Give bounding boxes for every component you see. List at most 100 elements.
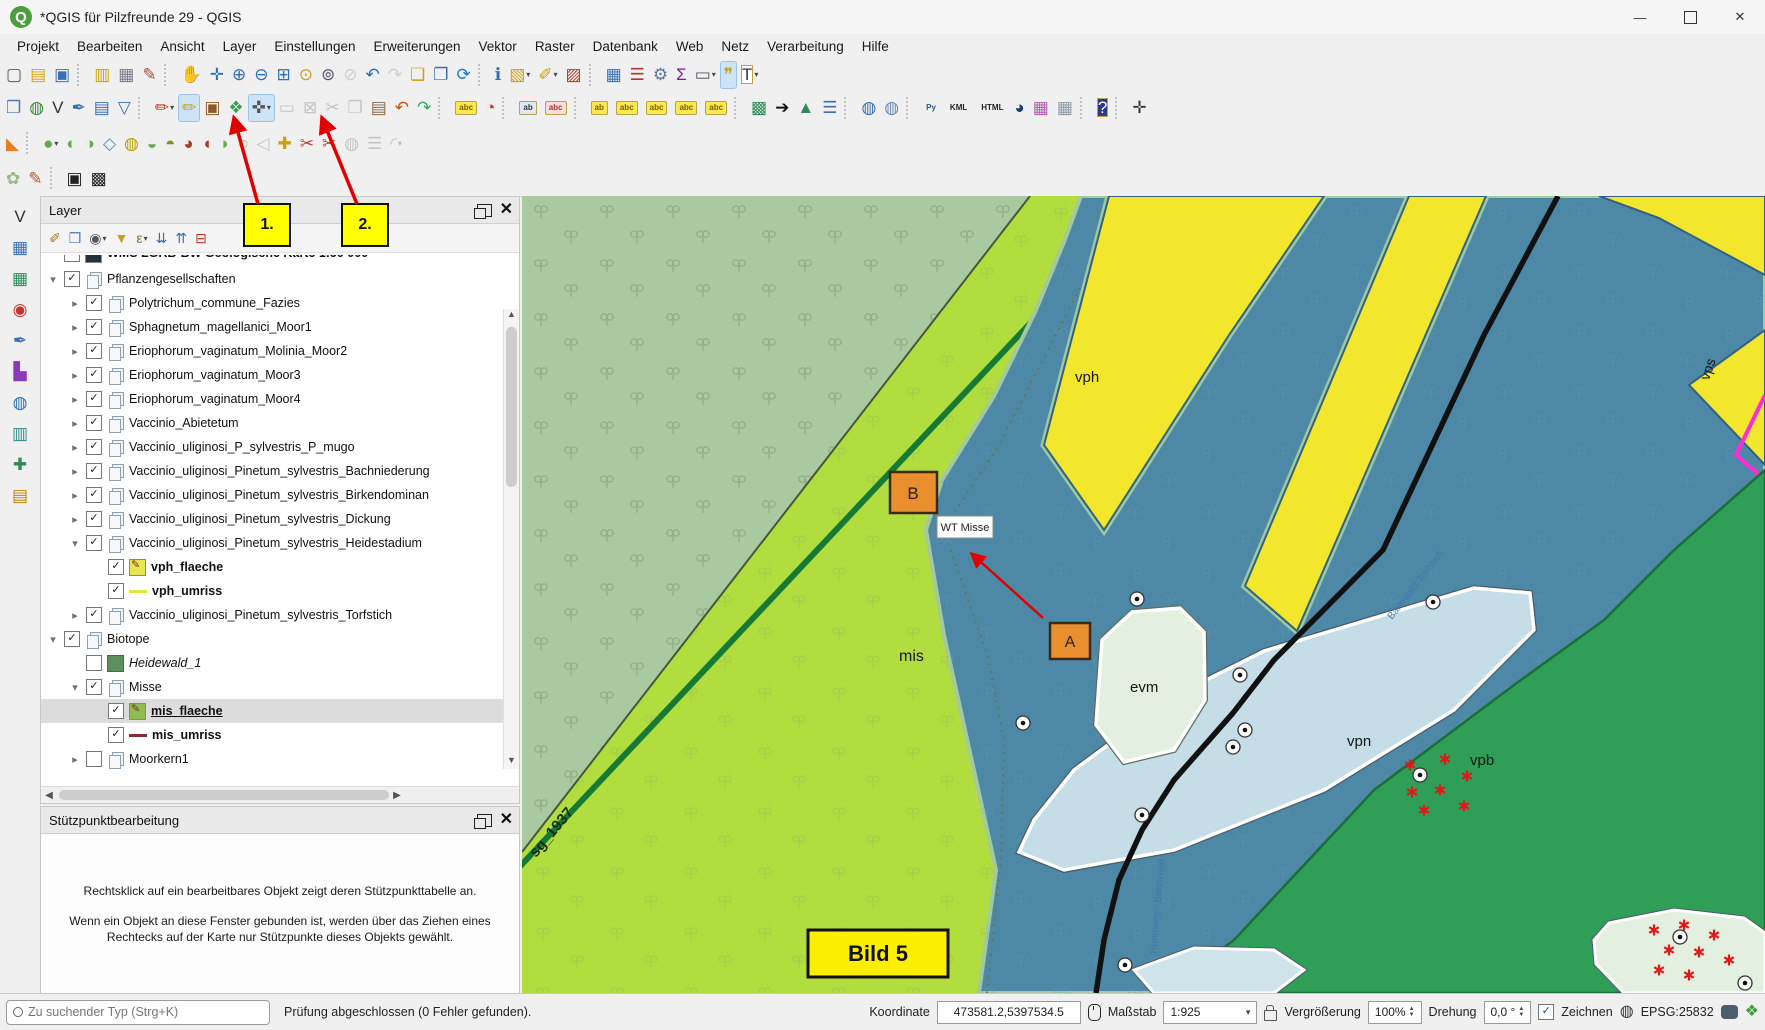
messages-icon[interactable] — [1721, 1005, 1738, 1019]
layer-visibility-checkbox[interactable]: ✓ — [86, 487, 102, 503]
layers-vertical-scrollbar[interactable]: ▲ ▼ — [503, 309, 519, 769]
scale-lock-icon[interactable] — [1264, 1010, 1277, 1021]
copy-move-feature-button[interactable]: ◐ — [62, 129, 80, 157]
manage-map-themes-dropdown-icon[interactable]: ▾ — [103, 234, 107, 243]
layer-row-vaccinio-uliginosi-pinetum-sylvestris-heidestadium[interactable]: ▾✓Vaccinio_uliginosi_Pinetum_sylvestris_… — [41, 531, 519, 555]
open-data-source-manager-button[interactable]: ❒ — [2, 94, 25, 122]
layer-visibility-checkbox[interactable]: ✓ — [64, 271, 80, 287]
menu-item-bearbeiten[interactable]: Bearbeiten — [68, 36, 151, 57]
save-project-button[interactable]: ▣ — [50, 61, 74, 89]
layer-visibility-checkbox[interactable]: ✓ — [64, 631, 80, 647]
rotate-point-symbols-button[interactable]: ◜▾ — [386, 129, 406, 157]
merge-features-button[interactable]: ◍ — [340, 129, 363, 157]
move-feature-button[interactable]: ●▾ — [39, 129, 62, 157]
add-part-button[interactable]: ◒ — [143, 129, 161, 157]
scroll-down-icon[interactable]: ▼ — [504, 755, 519, 769]
add-vector-layer-button[interactable]: V — [48, 94, 67, 122]
rotate-point-symbols-dropdown-icon[interactable]: ▾ — [398, 139, 402, 148]
menu-item-hilfe[interactable]: Hilfe — [853, 36, 898, 57]
layer-row-vaccinio-uliginosi-pinetum-sylvestris-dickung[interactable]: ▸✓Vaccinio_uliginosi_Pinetum_sylvestris_… — [41, 507, 519, 531]
v-digitize-tool-button[interactable]: V — [10, 202, 29, 230]
spinner-arrows-icon[interactable]: ▲▼ — [1409, 1006, 1415, 1018]
render-checkbox[interactable]: ✓ — [1538, 1004, 1554, 1020]
menu-item-verarbeitung[interactable]: Verarbeitung — [758, 36, 853, 57]
zoom-to-selection-button[interactable]: ⊙ — [295, 61, 317, 89]
grid-plugin-button[interactable]: ▦ — [1053, 94, 1077, 122]
open-layer-styling-button[interactable]: ✐ — [45, 224, 65, 252]
help-button[interactable]: ? — [1093, 94, 1112, 122]
layer-row-heidewald-1[interactable]: Heidewald_1 — [41, 651, 519, 675]
current-edits-button[interactable]: ✏▾ — [151, 94, 178, 122]
expand-open-icon[interactable]: ▾ — [47, 633, 59, 646]
freehand-georeferencer-button[interactable]: ✿ — [2, 164, 24, 192]
layer-visibility-checkbox[interactable]: ✓ — [86, 295, 102, 311]
menu-item-einstellungen[interactable]: Einstellungen — [265, 36, 364, 57]
add-polygon-feature-button[interactable]: ❖ — [224, 94, 247, 122]
magnifier-spinbox[interactable]: 100% ▲▼ — [1368, 1001, 1422, 1024]
filter-by-expression-dropdown-icon[interactable]: ▾ — [144, 234, 148, 243]
undo-button[interactable]: ↶ — [391, 94, 413, 122]
horizontal-scroll-thumb[interactable] — [59, 790, 389, 800]
close-button[interactable]: ✕ — [1715, 0, 1765, 34]
expand-closed-icon[interactable]: ▸ — [69, 513, 81, 526]
qgis-status-icon[interactable]: ❖ — [1745, 1004, 1759, 1020]
metasearch-button[interactable]: ◍ — [857, 94, 880, 122]
style-manager-button[interactable]: ✎ — [138, 61, 160, 89]
layer-visibility-checkbox[interactable]: ✓ — [86, 679, 102, 695]
extent-mouse-icon[interactable] — [1088, 1004, 1101, 1021]
layer-diagram-button[interactable]: ◔ — [481, 94, 499, 122]
vertex-panel-float-icon[interactable] — [477, 814, 492, 827]
refresh-map-button[interactable]: ⟳ — [452, 61, 474, 89]
map-annotation-pencil-button[interactable]: ✎ — [24, 164, 46, 192]
menu-item-web[interactable]: Web — [667, 36, 713, 57]
menu-item-erweiterungen[interactable]: Erweiterungen — [364, 36, 469, 57]
move-feature-dropdown-icon[interactable]: ▾ — [54, 139, 58, 148]
layer-labeling-button[interactable]: abc — [451, 94, 481, 122]
simplify-feature-button[interactable]: ◇ — [99, 129, 120, 157]
layer-row-eriophorum-vaginatum-moor4[interactable]: ▸✓Eriophorum_vaginatum_Moor4 — [41, 387, 519, 411]
layer-visibility-checkbox[interactable]: ✓ — [108, 583, 124, 599]
filter-by-expression-button[interactable]: ε▾ — [132, 224, 151, 252]
layer-row-biotope[interactable]: ▾✓Biotope — [41, 627, 519, 651]
zoom-to-layer-button[interactable]: ⊚ — [317, 61, 339, 89]
remove-layer-button[interactable]: ⊟ — [191, 224, 211, 252]
layer-row-vph-umriss[interactable]: ✓vph_umriss — [41, 579, 519, 603]
deselect-features-button[interactable]: ▨ — [562, 61, 586, 89]
import-photos-button[interactable]: ▣ — [63, 164, 87, 192]
crs-value[interactable]: EPSG:25832 — [1641, 1005, 1714, 1019]
locator-search-input[interactable]: Zu suchender Typ (Strg+K) — [6, 1000, 270, 1025]
new-print-layout-button[interactable]: ▥ — [90, 61, 114, 89]
statistics-abacus-button[interactable]: ☰ — [626, 61, 649, 89]
layer-row-vaccinio-uliginosi-pinetum-sylvestris-birkendominan[interactable]: ▸✓Vaccinio_uliginosi_Pinetum_sylvestris_… — [41, 483, 519, 507]
highlight-pinned-labels-button[interactable]: abc — [541, 94, 571, 122]
offset-point-symbols-button[interactable]: ✚ — [273, 129, 295, 157]
web-services-button[interactable]: ◍ — [880, 94, 903, 122]
add-virtual-layer-button[interactable]: ▽ — [114, 94, 135, 122]
expand-closed-icon[interactable]: ▸ — [69, 609, 81, 622]
offset-curve-button[interactable]: ◌ — [234, 129, 252, 157]
delete-ring-button[interactable]: ◕ — [179, 129, 197, 157]
add-ring-button[interactable]: ◍ — [120, 129, 143, 157]
redo-button[interactable]: ↷ — [413, 94, 435, 122]
raster-selection-button[interactable]: ▩ — [87, 164, 111, 192]
db-manager-button[interactable]: ☰ — [818, 94, 841, 122]
collapse-all-button[interactable]: ⇈ — [171, 224, 191, 252]
vertical-scroll-thumb[interactable] — [506, 327, 517, 487]
new-project-button[interactable]: ▢ — [2, 61, 26, 89]
delete-part-button[interactable]: ◖ — [198, 129, 216, 157]
select-by-expression-button[interactable]: ✐▾ — [534, 61, 561, 89]
change-label-button[interactable]: abc — [642, 94, 672, 122]
layer-visibility-checkbox[interactable] — [86, 751, 102, 767]
layer-visibility-checkbox[interactable]: ✓ — [86, 367, 102, 383]
pan-map-button[interactable]: ✋ — [177, 61, 206, 89]
map-tips-button[interactable]: ❞ — [720, 61, 737, 89]
scroll-right-icon[interactable]: ▶ — [389, 790, 405, 801]
layer-visibility-checkbox[interactable]: ✓ — [86, 319, 102, 335]
cad-dock-button[interactable]: ✛ — [1128, 94, 1150, 122]
layer-row-pflanzengesellschaften[interactable]: ▾✓Pflanzengesellschaften — [41, 267, 519, 291]
text-annotation-button[interactable]: T▾ — [737, 61, 762, 89]
layer-row-vaccinio-uliginosi-p-sylvestris-p-mugo[interactable]: ▸✓Vaccinio_uliginosi_P_sylvestris_P_mugo — [41, 435, 519, 459]
layer-visibility-checkbox[interactable]: ✓ — [86, 463, 102, 479]
scroll-left-icon[interactable]: ◀ — [41, 790, 57, 801]
vertex-tool-dropdown-icon[interactable]: ▾ — [267, 103, 271, 112]
